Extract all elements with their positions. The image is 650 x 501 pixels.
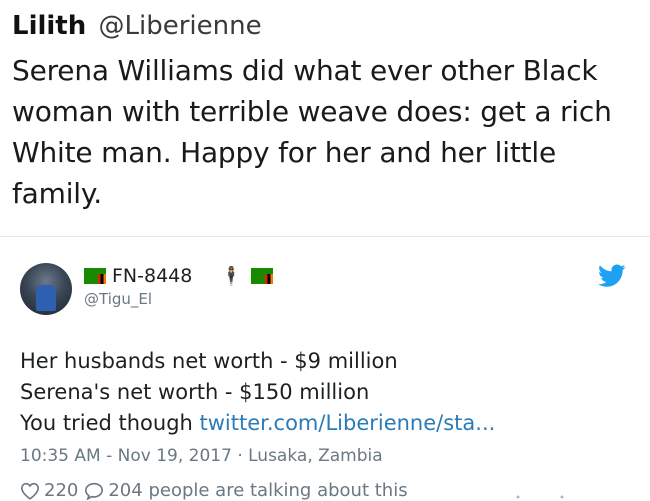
tweet-line-3-text: You tried though (20, 411, 200, 435)
divider (0, 236, 650, 237)
tweet-timestamp[interactable]: 10:35 AM - Nov 19, 2017 · Lusaka, Zambia (20, 446, 383, 466)
tweet-line-1: Her husbands net worth - $9 million (20, 349, 398, 373)
person-emoji-icon: 🕴 (220, 265, 243, 287)
heart-icon[interactable] (20, 482, 40, 500)
tweet-line-3: You tried though twitter.com/Liberienne/… (20, 408, 495, 439)
tweet-body: Her husbands net worth - $9 million Sere… (20, 346, 495, 439)
author-display-name[interactable]: FN-8448 (112, 265, 192, 287)
quoted-author-handle[interactable]: @Liberienne (99, 11, 262, 41)
avatar[interactable] (20, 263, 72, 315)
speech-bubble-icon[interactable] (84, 482, 104, 500)
quoted-tweet-text: Serena Williams did what ever other Blac… (12, 54, 612, 210)
more-options-icon[interactable] (510, 494, 570, 500)
quoted-author-name[interactable]: Lilith (12, 11, 86, 41)
tweet-screenshot: Lilith @Liberienne Serena Williams did w… (0, 0, 650, 501)
author-handle[interactable]: @Tigu_El (84, 290, 152, 308)
zambia-flag-icon (84, 268, 106, 284)
talking-count[interactable]: 204 people are talking about this (108, 480, 407, 501)
quoted-tweet-header: Lilith @Liberienne (12, 8, 642, 44)
like-count[interactable]: 220 (44, 480, 78, 501)
author-name-row[interactable]: FN-8448 🕴 (84, 264, 273, 288)
twitter-bird-icon[interactable] (598, 264, 626, 288)
zambia-flag-icon (250, 268, 273, 284)
quoted-tweet: Lilith @Liberienne Serena Williams did w… (12, 8, 642, 214)
quoted-tweet-link[interactable]: twitter.com/Liberienne/sta... (200, 411, 496, 435)
tweet-actions: 220 204 people are talking about this (20, 480, 408, 501)
tweet-line-2: Serena's net worth - $150 million (20, 380, 370, 404)
